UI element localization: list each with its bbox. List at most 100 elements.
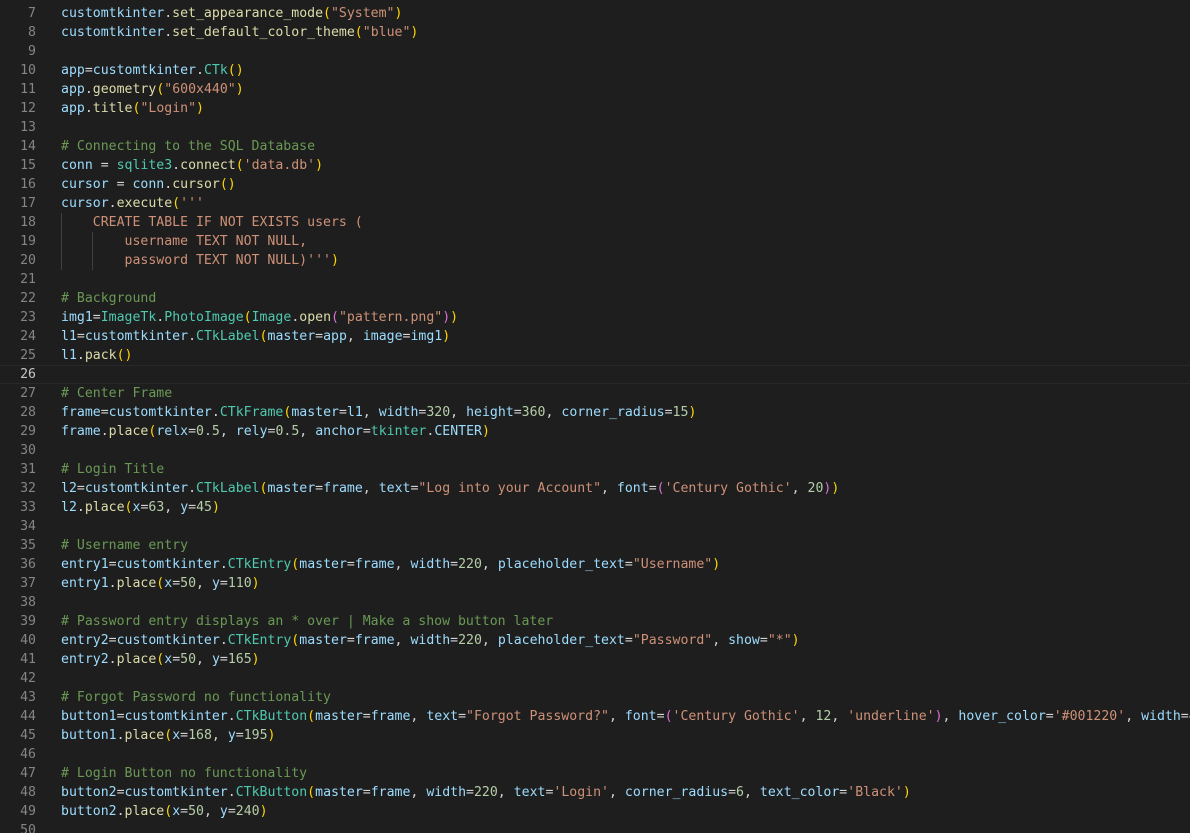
code-token: ,: [799, 709, 816, 724]
code-line[interactable]: 20 password TEXT NOT NULL)'''): [0, 251, 1190, 270]
code-token: CTkEntry: [227, 633, 292, 648]
code-line[interactable]: 23 img1=ImageTk.PhotoImage(Image.open("pa…: [0, 308, 1190, 327]
code-token: text: [513, 785, 546, 800]
code-line[interactable]: 28 frame=customtkinter.CTkFrame(master=l1…: [0, 403, 1190, 422]
code-token: =: [172, 652, 181, 667]
code-line[interactable]: 24 l1=customtkinter.CTkLabel(master=app, …: [0, 327, 1190, 346]
code-line[interactable]: 49 button2.place(x=50, y=240): [0, 802, 1190, 821]
code-token: (): [219, 177, 236, 192]
code-line[interactable]: 35 # Username entry: [0, 536, 1190, 555]
code-line[interactable]: 13: [0, 118, 1190, 137]
code-line[interactable]: 50: [0, 821, 1190, 833]
line-number: 18: [20, 215, 36, 230]
code-token: show: [728, 633, 760, 648]
code-token: .: [172, 158, 181, 173]
code-token: =: [338, 405, 347, 420]
code-line[interactable]: 14 # Connecting to the SQL Database: [0, 137, 1190, 156]
code-line[interactable]: 36 entry1=customtkinter.CTkEntry(master=f…: [0, 555, 1190, 574]
code-line[interactable]: 27 # Center Frame: [0, 384, 1190, 403]
code-token: (: [164, 728, 173, 743]
line-number: 28: [20, 405, 36, 420]
code-token: 'Century Gothic': [672, 709, 800, 724]
code-line[interactable]: 38: [0, 593, 1190, 612]
code-text: cursor = conn.cursor(): [61, 175, 236, 194]
code-line[interactable]: 37 entry1.place(x=50, y=110): [0, 574, 1190, 593]
code-token: button1: [61, 709, 117, 724]
code-token: =: [219, 576, 228, 591]
code-line[interactable]: 41 entry2.place(x=50, y=165): [0, 650, 1190, 669]
code-text: conn = sqlite3.connect('data.db'): [61, 156, 323, 175]
code-token: ,: [362, 405, 379, 420]
code-token: (: [164, 804, 173, 819]
code-token: ): [442, 329, 451, 344]
code-token: set_default_color_theme: [172, 25, 355, 40]
code-text: entry2=customtkinter.CTkEntry(master=fra…: [61, 631, 800, 650]
code-editor[interactable]: 7 customtkinter.set_appearance_mode("Syst…: [0, 0, 1190, 833]
code-token: .: [84, 82, 93, 97]
code-line[interactable]: 16 cursor = conn.cursor(): [0, 175, 1190, 194]
code-text: # Connecting to the SQL Database: [61, 137, 315, 156]
code-token: l1: [61, 348, 77, 363]
code-line[interactable]: 48 button2=customtkinter.CTkButton(master…: [0, 783, 1190, 802]
code-line[interactable]: 8 customtkinter.set_default_color_theme("…: [0, 23, 1190, 42]
code-line[interactable]: 25 l1.pack(): [0, 346, 1190, 365]
code-token: =: [108, 177, 133, 192]
code-line[interactable]: 46: [0, 745, 1190, 764]
code-token: =: [1180, 709, 1189, 724]
code-token: =: [759, 633, 768, 648]
code-line[interactable]: 40 entry2=customtkinter.CTkEntry(master=f…: [0, 631, 1190, 650]
code-line[interactable]: 26: [0, 365, 1190, 384]
code-text: # Password entry displays an * over | Ma…: [61, 612, 553, 631]
code-line[interactable]: 33 l2.place(x=63, y=45): [0, 498, 1190, 517]
code-token: "*": [767, 633, 792, 648]
code-line[interactable]: 34: [0, 517, 1190, 536]
code-token: "Username": [632, 557, 713, 572]
code-line[interactable]: 21: [0, 270, 1190, 289]
code-line[interactable]: 12 app.title("Login"): [0, 99, 1190, 118]
code-token: ,: [791, 481, 808, 496]
code-line[interactable]: 19 username TEXT NOT NULL,: [0, 232, 1190, 251]
code-token: "System": [330, 6, 395, 21]
code-token: customtkinter: [84, 329, 189, 344]
code-token: 'underline': [847, 709, 935, 724]
code-token: =: [92, 158, 117, 173]
code-token: CTkLabel: [196, 329, 260, 344]
code-token: Image: [251, 310, 292, 325]
code-line[interactable]: 42: [0, 669, 1190, 688]
code-line[interactable]: 45 button1.place(x=168, y=195): [0, 726, 1190, 745]
code-token: place: [124, 804, 165, 819]
code-token: ,: [410, 785, 427, 800]
code-token: x: [172, 804, 181, 819]
code-token: # Forgot Password no functionality: [61, 690, 331, 705]
code-line[interactable]: 43 # Forgot Password no functionality: [0, 688, 1190, 707]
code-line[interactable]: 17 cursor.execute(''': [0, 194, 1190, 213]
code-line[interactable]: 15 conn = sqlite3.connect('data.db'): [0, 156, 1190, 175]
code-line[interactable]: 11 app.geometry("600x440"): [0, 80, 1190, 99]
code-line[interactable]: 31 # Login Title: [0, 460, 1190, 479]
code-text: # Center Frame: [61, 384, 172, 403]
code-token: '#001220': [1053, 709, 1126, 724]
code-text: password TEXT NOT NULL)'''): [61, 251, 339, 270]
code-line[interactable]: 7 customtkinter.set_appearance_mode("Syst…: [0, 4, 1190, 23]
code-line[interactable]: 44 button1=customtkinter.CTkButton(master…: [0, 707, 1190, 726]
code-token: =: [219, 652, 228, 667]
code-token: 12: [815, 709, 832, 724]
code-token: =: [100, 405, 109, 420]
code-token: .: [227, 709, 236, 724]
code-token: y: [211, 576, 220, 591]
code-token: hover_color: [958, 709, 1046, 724]
code-line[interactable]: 47 # Login Button no functionality: [0, 764, 1190, 783]
code-token: ,: [545, 405, 562, 420]
code-line[interactable]: 18 CREATE TABLE IF NOT EXISTS users (: [0, 213, 1190, 232]
code-line[interactable]: 22 # Background: [0, 289, 1190, 308]
code-line[interactable]: 30: [0, 441, 1190, 460]
code-text: app.geometry("600x440"): [61, 80, 244, 99]
code-line[interactable]: 29 frame.place(relx=0.5, rely=0.5, anchor…: [0, 422, 1190, 441]
code-token: frame: [61, 424, 101, 439]
code-line[interactable]: 39 # Password entry displays an * over | …: [0, 612, 1190, 631]
code-line[interactable]: 32 l2=customtkinter.CTkLabel(master=frame…: [0, 479, 1190, 498]
code-token: 'Century Gothic': [664, 481, 792, 496]
code-line[interactable]: 10 app=customtkinter.CTk(): [0, 61, 1190, 80]
code-token: cursor: [61, 177, 109, 192]
code-line[interactable]: 9: [0, 42, 1190, 61]
